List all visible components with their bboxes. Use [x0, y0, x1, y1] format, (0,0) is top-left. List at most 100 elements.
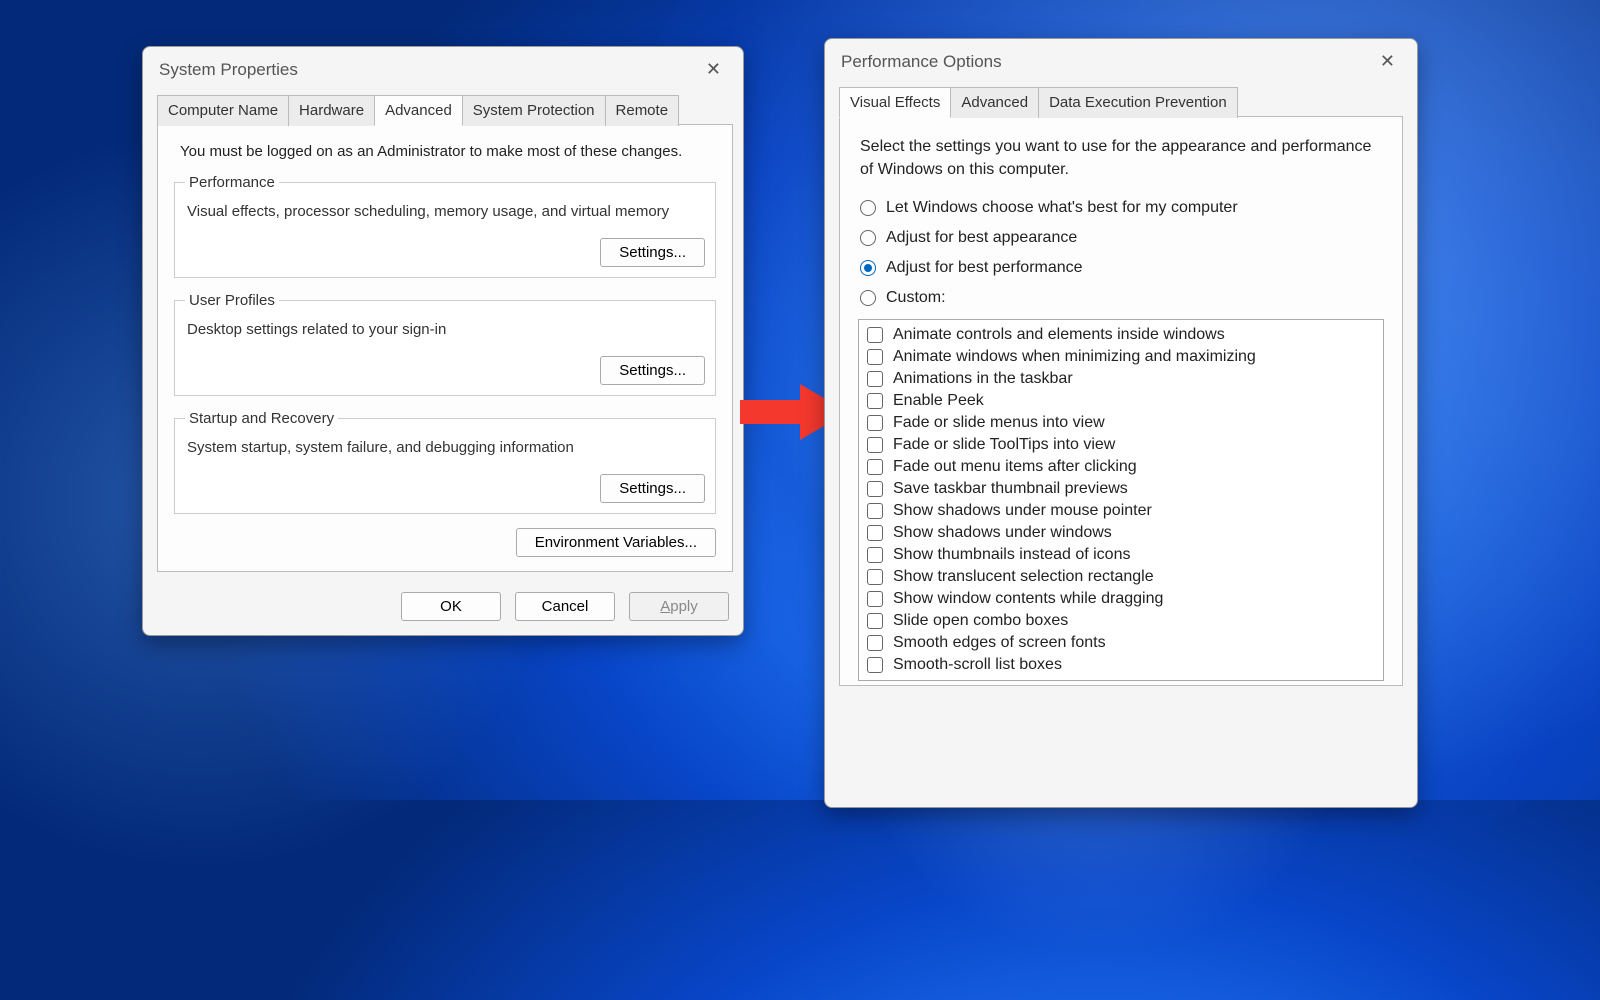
tab-remote[interactable]: Remote [605, 95, 680, 126]
tab-computer-name[interactable]: Computer Name [157, 95, 289, 126]
checklist-item[interactable]: Fade out menu items after clicking [867, 456, 1375, 478]
tab-dep[interactable]: Data Execution Prevention [1038, 87, 1238, 118]
checkbox-icon[interactable] [867, 327, 883, 343]
radio-label: Let Windows choose what's best for my co… [886, 199, 1238, 217]
close-icon[interactable]: ✕ [1372, 49, 1403, 74]
checklist-label: Save taskbar thumbnail previews [893, 480, 1128, 498]
checklist-item[interactable]: Save taskbar thumbnail previews [867, 478, 1375, 500]
checkbox-icon[interactable] [867, 569, 883, 585]
checklist-item[interactable]: Slide open combo boxes [867, 610, 1375, 632]
ok-button[interactable]: OK [401, 592, 501, 621]
checkbox-icon[interactable] [867, 437, 883, 453]
checklist-item[interactable]: Fade or slide menus into view [867, 412, 1375, 434]
radio-icon[interactable] [860, 230, 876, 246]
performance-options-dialog: Performance Options ✕ Visual Effects Adv… [824, 38, 1418, 808]
checkbox-icon[interactable] [867, 371, 883, 387]
apply-button[interactable]: Apply [629, 592, 729, 621]
checklist-label: Animate controls and elements inside win… [893, 326, 1225, 344]
checkbox-icon[interactable] [867, 591, 883, 607]
checklist-item[interactable]: Animate windows when minimizing and maxi… [867, 346, 1375, 368]
checklist-label: Show window contents while dragging [893, 590, 1163, 608]
checkbox-icon[interactable] [867, 415, 883, 431]
checklist-item[interactable]: Smooth-scroll list boxes [867, 654, 1375, 676]
cancel-button[interactable]: Cancel [515, 592, 615, 621]
radio-icon[interactable] [860, 260, 876, 276]
checkbox-icon[interactable] [867, 525, 883, 541]
startup-recovery-settings-button[interactable]: Settings... [600, 474, 705, 503]
checklist-label: Fade or slide ToolTips into view [893, 436, 1115, 454]
checklist-label: Animate windows when minimizing and maxi… [893, 348, 1256, 366]
tab-system-protection[interactable]: System Protection [462, 95, 606, 126]
user-profiles-legend: User Profiles [185, 292, 279, 309]
checklist-label: Smooth edges of screen fonts [893, 634, 1106, 652]
checklist-label: Fade out menu items after clicking [893, 458, 1137, 476]
checkbox-icon[interactable] [867, 349, 883, 365]
tab-advanced[interactable]: Advanced [950, 87, 1039, 118]
radio-custom[interactable]: Custom: [860, 289, 1384, 307]
radio-label: Adjust for best appearance [886, 229, 1077, 247]
checklist-label: Show shadows under mouse pointer [893, 502, 1152, 520]
tab-hardware[interactable]: Hardware [288, 95, 375, 126]
startup-recovery-desc: System startup, system failure, and debu… [187, 439, 703, 456]
checklist-item[interactable]: Show thumbnails instead of icons [867, 544, 1375, 566]
sysprops-tabs: Computer Name Hardware Advanced System P… [157, 94, 733, 125]
radio-icon[interactable] [860, 200, 876, 216]
checklist-label: Smooth-scroll list boxes [893, 656, 1062, 674]
radio-label: Adjust for best performance [886, 259, 1083, 277]
visual-effects-desc: Select the settings you want to use for … [860, 135, 1382, 181]
visual-effects-pane: Select the settings you want to use for … [839, 117, 1403, 686]
checkbox-icon[interactable] [867, 635, 883, 651]
checklist-item[interactable]: Show window contents while dragging [867, 588, 1375, 610]
checklist-item[interactable]: Show translucent selection rectangle [867, 566, 1375, 588]
tab-advanced[interactable]: Advanced [374, 95, 463, 126]
radio-best-appearance[interactable]: Adjust for best appearance [860, 229, 1384, 247]
checklist-label: Animations in the taskbar [893, 370, 1073, 388]
startup-recovery-legend: Startup and Recovery [185, 410, 338, 427]
tab-visual-effects[interactable]: Visual Effects [839, 87, 951, 118]
checkbox-icon[interactable] [867, 459, 883, 475]
window-title: System Properties [159, 60, 298, 80]
performance-group: Performance Visual effects, processor sc… [174, 174, 716, 278]
checklist-item[interactable]: Animations in the taskbar [867, 368, 1375, 390]
checklist-label: Show translucent selection rectangle [893, 568, 1154, 586]
checkbox-icon[interactable] [867, 657, 883, 673]
performance-settings-button[interactable]: Settings... [600, 238, 705, 267]
checklist-label: Fade or slide menus into view [893, 414, 1105, 432]
checkbox-icon[interactable] [867, 613, 883, 629]
checklist-item[interactable]: Smooth edges of screen fonts [867, 632, 1375, 654]
admin-notice: You must be logged on as an Administrato… [180, 143, 714, 160]
checkbox-icon[interactable] [867, 481, 883, 497]
environment-variables-button[interactable]: Environment Variables... [516, 528, 716, 557]
user-profiles-settings-button[interactable]: Settings... [600, 356, 705, 385]
checklist-item[interactable]: Animate controls and elements inside win… [867, 324, 1375, 346]
radio-icon[interactable] [860, 290, 876, 306]
system-properties-dialog: System Properties ✕ Computer Name Hardwa… [142, 46, 744, 636]
radio-let-windows-choose[interactable]: Let Windows choose what's best for my co… [860, 199, 1384, 217]
radio-label: Custom: [886, 289, 946, 307]
advanced-pane: You must be logged on as an Administrato… [157, 125, 733, 572]
checkbox-icon[interactable] [867, 547, 883, 563]
performance-legend: Performance [185, 174, 279, 191]
checklist-item[interactable]: Enable Peek [867, 390, 1375, 412]
checklist-item[interactable]: Show shadows under mouse pointer [867, 500, 1375, 522]
close-icon[interactable]: ✕ [698, 57, 729, 82]
performance-desc: Visual effects, processor scheduling, me… [187, 203, 703, 220]
checklist-item[interactable]: Fade or slide ToolTips into view [867, 434, 1375, 456]
checklist-label: Show shadows under windows [893, 524, 1112, 542]
checklist-label: Show thumbnails instead of icons [893, 546, 1130, 564]
user-profiles-desc: Desktop settings related to your sign-in [187, 321, 703, 338]
checklist-label: Enable Peek [893, 392, 984, 410]
checklist-item[interactable]: Show shadows under windows [867, 522, 1375, 544]
checkbox-icon[interactable] [867, 503, 883, 519]
titlebar: System Properties ✕ [143, 47, 743, 88]
user-profiles-group: User Profiles Desktop settings related t… [174, 292, 716, 396]
window-title: Performance Options [841, 52, 1002, 72]
radio-best-performance[interactable]: Adjust for best performance [860, 259, 1384, 277]
dialog-buttons: OK Cancel Apply [143, 582, 743, 635]
checkbox-icon[interactable] [867, 393, 883, 409]
visual-effects-checklist[interactable]: Animate controls and elements inside win… [858, 319, 1384, 681]
startup-recovery-group: Startup and Recovery System startup, sys… [174, 410, 716, 514]
titlebar: Performance Options ✕ [825, 39, 1417, 80]
checklist-label: Slide open combo boxes [893, 612, 1068, 630]
perfopts-tabs: Visual Effects Advanced Data Execution P… [839, 86, 1403, 117]
